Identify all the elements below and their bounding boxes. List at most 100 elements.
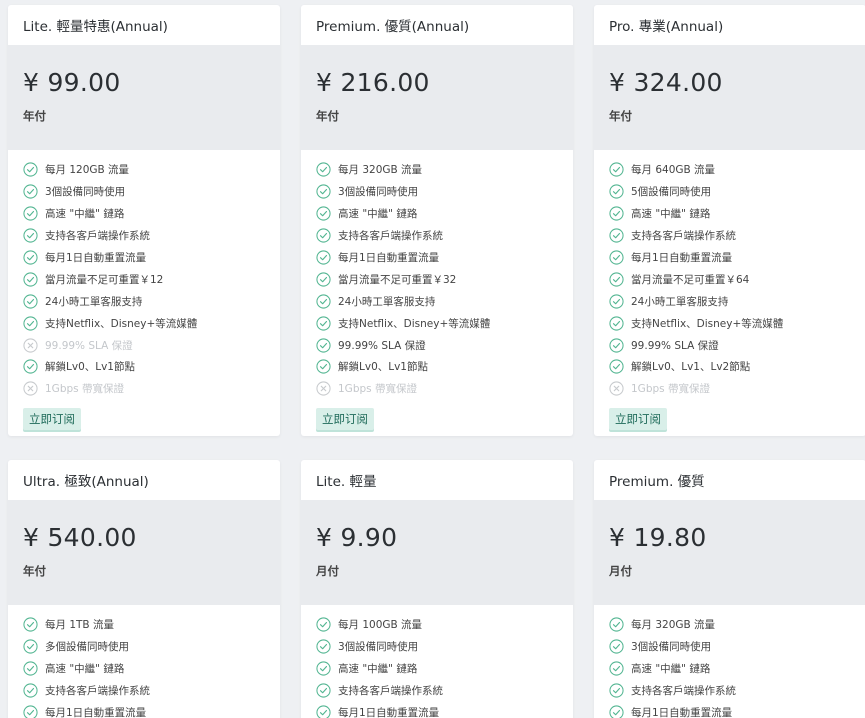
check-circle-icon xyxy=(609,162,624,178)
feature-item: 支持各客戶端操作系統 xyxy=(316,680,558,702)
check-circle-icon xyxy=(609,228,624,243)
feature-item: 每月 320GB 流量 xyxy=(609,614,851,636)
feature-item: 每月1日自動重置流量 xyxy=(316,247,558,269)
plan-price: ¥ 99.00 xyxy=(23,68,121,97)
plan-card: Premium. 優質(Annual) ¥ 216.00 年付每月 320GB 流量… xyxy=(301,5,573,436)
feature-text: 支持Netflix、Disney+等流媒體 xyxy=(338,317,491,330)
price-block: ¥ 324.00 年付 xyxy=(594,45,865,150)
plan-card: Pro. 專業(Annual) ¥ 324.00 年付 每月 640GB 流量 5個設備… xyxy=(594,5,865,436)
feature-item: 當月流量不足可重置￥64 xyxy=(609,268,851,290)
check-circle-icon xyxy=(316,162,331,178)
billing-period: 年付 xyxy=(316,109,339,123)
check-circle-icon xyxy=(609,294,624,309)
feature-item: 每月 320GB 流量 xyxy=(316,159,558,181)
price-block: ¥ 216.00 年付 xyxy=(301,45,573,150)
feature-text: 支持各客戶端操作系統 xyxy=(338,230,443,243)
feature-text: 當月流量不足可重置￥12 xyxy=(45,273,164,286)
feature-item: 多個設備同時使用 xyxy=(23,636,265,658)
feature-text: 每月 640GB 流量 xyxy=(631,164,716,177)
feature-item: 高速 "中繼" 鏈路 xyxy=(609,203,851,225)
billing-period: 月付 xyxy=(316,564,339,578)
feature-item: 支持Netflix、Disney+等流媒體 xyxy=(23,312,265,334)
check-circle-icon xyxy=(316,206,331,221)
check-circle-icon xyxy=(609,184,624,199)
check-circle-icon xyxy=(23,184,38,199)
plan-price: ¥ 19.80 xyxy=(609,523,707,552)
plan-title: Premium. 優質(Annual) xyxy=(316,19,470,35)
feature-item: 5個設備同時使用 xyxy=(609,181,851,203)
feature-text: 高速 "中繼" 鏈路 xyxy=(45,208,125,221)
check-circle-icon xyxy=(609,617,624,633)
feature-text: 99.99% SLA 保證 xyxy=(631,339,719,352)
feature-text: 每月1日自動重置流量 xyxy=(338,707,440,718)
feature-text: 支持各客戶端操作系統 xyxy=(631,230,736,243)
feature-item: 高速 "中繼" 鏈路 xyxy=(609,658,851,680)
plan-price: ¥ 324.00 xyxy=(609,68,723,97)
feature-list: 每月 1TB 流量 多個設備同時使用 高速 "中繼" 鏈路 支持各客戶端操作系統 每月1… xyxy=(8,605,280,718)
feature-list: 每月 640GB 流量 5個設備同時使用 高速 "中繼" 鏈路支持各客戶端操作系統每… xyxy=(594,150,865,400)
x-circle-icon xyxy=(609,381,624,396)
billing-period: 年付 xyxy=(23,564,46,578)
feature-text: 高速 "中繼" 鏈路 xyxy=(631,208,711,221)
check-circle-icon xyxy=(316,683,331,698)
check-circle-icon xyxy=(316,617,331,633)
feature-item: 24小時工單客服支持 xyxy=(316,290,558,312)
subscribe-button[interactable]: 立即订阅 xyxy=(609,407,667,430)
feature-item: 支持Netflix、Disney+等流媒體 xyxy=(316,312,558,334)
feature-text: 5個設備同時使用 xyxy=(631,186,712,199)
check-circle-icon xyxy=(316,705,331,718)
feature-item: 高速 "中繼" 鏈路 xyxy=(23,203,265,225)
check-circle-icon xyxy=(316,294,331,309)
feature-item: 每月 640GB 流量 xyxy=(609,159,851,181)
feature-item: 每月 100GB 流量 xyxy=(316,614,558,636)
feature-item: 99.99% SLA 保證 xyxy=(23,334,265,356)
subscribe-button[interactable]: 立即订阅 xyxy=(316,407,374,430)
feature-item: 每月 1TB 流量 xyxy=(23,614,265,636)
check-circle-icon xyxy=(609,705,624,718)
feature-text: 每月 100GB 流量 xyxy=(338,619,423,632)
check-circle-icon xyxy=(23,294,38,309)
feature-text: 3個設備同時使用 xyxy=(338,641,419,654)
billing-period: 年付 xyxy=(23,109,46,123)
check-circle-icon xyxy=(609,359,624,375)
feature-item: 每月1日自動重置流量 xyxy=(609,247,851,269)
plan-title: Lite. 輕量特惠(Annual) xyxy=(23,19,168,35)
check-circle-icon xyxy=(609,639,624,654)
feature-text: 多個設備同時使用 xyxy=(45,641,129,654)
feature-list: 每月 100GB 流量 3個設備同時使用 高速 "中繼" 鏈路 支持各客戶端操作系統每… xyxy=(301,605,573,718)
feature-text: 當月流量不足可重置￥64 xyxy=(631,273,750,286)
feature-text: 每月 320GB 流量 xyxy=(338,164,423,177)
plan-card: Lite. 輕量 ¥ 9.90 月付 每月 100GB 流量 3個設備同時使用 高速 "中… xyxy=(301,460,573,718)
billing-period: 月付 xyxy=(609,564,632,578)
feature-item: 3個設備同時使用 xyxy=(23,181,265,203)
feature-text: 1Gbps 帶寬保證 xyxy=(338,383,417,396)
feature-item: 支持Netflix、Disney+等流媒體 xyxy=(609,312,851,334)
feature-item: 解鎖Lv0、Lv1節點 xyxy=(316,356,558,378)
feature-text: 每月1日自動重置流量 xyxy=(45,707,147,718)
feature-item: 24小時工單客服支持 xyxy=(609,290,851,312)
feature-text: 高速 "中繼" 鏈路 xyxy=(45,663,125,676)
feature-item: 3個設備同時使用 xyxy=(316,181,558,203)
plan-title: Lite. 輕量 xyxy=(316,474,377,490)
x-circle-icon xyxy=(23,381,38,396)
feature-text: 24小時工單客服支持 xyxy=(338,295,436,308)
feature-text: 1Gbps 帶寬保證 xyxy=(45,383,124,396)
feature-item: 支持各客戶端操作系統 xyxy=(609,225,851,247)
feature-item: 每月1日自動重置流量 xyxy=(316,702,558,718)
price-block: ¥ 9.90 月付 xyxy=(301,500,573,605)
check-circle-icon xyxy=(609,337,624,353)
feature-text: 解鎖Lv0、Lv1節點 xyxy=(338,361,428,374)
feature-item: 1Gbps 帶寬保證 xyxy=(23,378,265,400)
feature-text: 1Gbps 帶寬保證 xyxy=(631,383,710,396)
feature-text: 99.99% SLA 保證 xyxy=(45,339,133,352)
subscribe-button[interactable]: 立即订阅 xyxy=(23,407,81,430)
feature-text: 每月 120GB 流量 xyxy=(45,164,130,177)
feature-item: 3個設備同時使用 xyxy=(609,636,851,658)
plans-grid: Lite. 輕量特惠(Annual) ¥ 99.00 年付 每月 120GB 流量 3個… xyxy=(0,0,865,718)
plan-card: Ultra. 極致(Annual) ¥ 540.00 年付 每月 1TB 流量 多個設備… xyxy=(8,460,280,718)
check-circle-icon xyxy=(609,316,624,331)
feature-text: 24小時工單客服支持 xyxy=(45,295,143,308)
feature-text: 3個設備同時使用 xyxy=(338,186,419,199)
check-circle-icon xyxy=(316,272,331,287)
feature-text: 當月流量不足可重置￥32 xyxy=(338,273,457,286)
